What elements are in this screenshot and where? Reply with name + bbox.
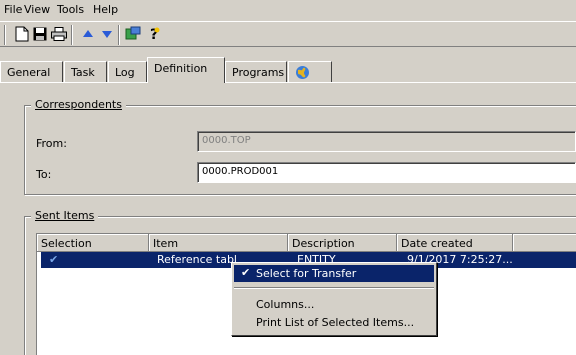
arrow-down-icon[interactable] <box>98 25 116 43</box>
context-menu-separator <box>234 287 434 289</box>
from-label: From: <box>36 137 67 150</box>
tab-strip: General Task Log Definition Programs <box>0 57 576 83</box>
context-menu: ✔ Select for Transfer Columns... Print L… <box>231 262 437 336</box>
menu-bar: File View Tools Help <box>0 0 576 19</box>
tab-globe[interactable] <box>288 61 332 82</box>
menu-tools[interactable]: Tools <box>57 3 84 16</box>
tab-divider <box>0 82 576 83</box>
sent-items-label: Sent Items <box>31 209 99 222</box>
menu-view[interactable]: View <box>24 3 50 16</box>
save-icon[interactable] <box>31 25 49 43</box>
row-item: Reference tabl <box>157 253 237 266</box>
print-icon[interactable] <box>50 25 68 43</box>
toolbar-grip <box>4 25 6 45</box>
column-header-description[interactable]: Description <box>288 234 397 252</box>
tab-programs[interactable]: Programs <box>225 61 287 82</box>
menu-item-columns[interactable]: Columns... <box>234 296 434 313</box>
column-header-selection[interactable]: Selection <box>37 234 149 252</box>
tab-general[interactable]: General <box>0 61 63 82</box>
column-header-item[interactable]: Item <box>149 234 288 252</box>
correspondents-label: Correspondents <box>31 98 126 111</box>
column-header-filler <box>513 234 576 252</box>
column-header-date-created[interactable]: Date created <box>397 234 513 252</box>
toolbar-separator <box>71 25 73 45</box>
toolbar: ? <box>0 21 576 47</box>
help-icon[interactable]: ? <box>145 25 163 43</box>
transfer-icon[interactable] <box>124 25 142 43</box>
tab-log[interactable]: Log <box>108 61 147 82</box>
menu-help[interactable]: Help <box>93 3 118 16</box>
from-field: 0000.TOP <box>197 131 576 152</box>
arrow-up-icon[interactable] <box>79 25 97 43</box>
menu-item-print-list[interactable]: Print List of Selected Items... <box>234 314 434 331</box>
to-field[interactable]: 0000.PROD001 <box>197 162 576 183</box>
checkmark-icon: ✔ <box>241 266 251 279</box>
menu-item-select-for-transfer[interactable]: ✔ Select for Transfer <box>234 265 434 282</box>
toolbar-separator <box>118 25 120 45</box>
tab-definition[interactable]: Definition <box>147 57 225 83</box>
new-document-icon[interactable] <box>13 25 31 43</box>
selection-check-icon: ✔ <box>49 253 59 266</box>
tab-task[interactable]: Task <box>64 61 107 82</box>
to-label: To: <box>36 168 52 181</box>
menu-file[interactable]: File <box>4 3 22 16</box>
